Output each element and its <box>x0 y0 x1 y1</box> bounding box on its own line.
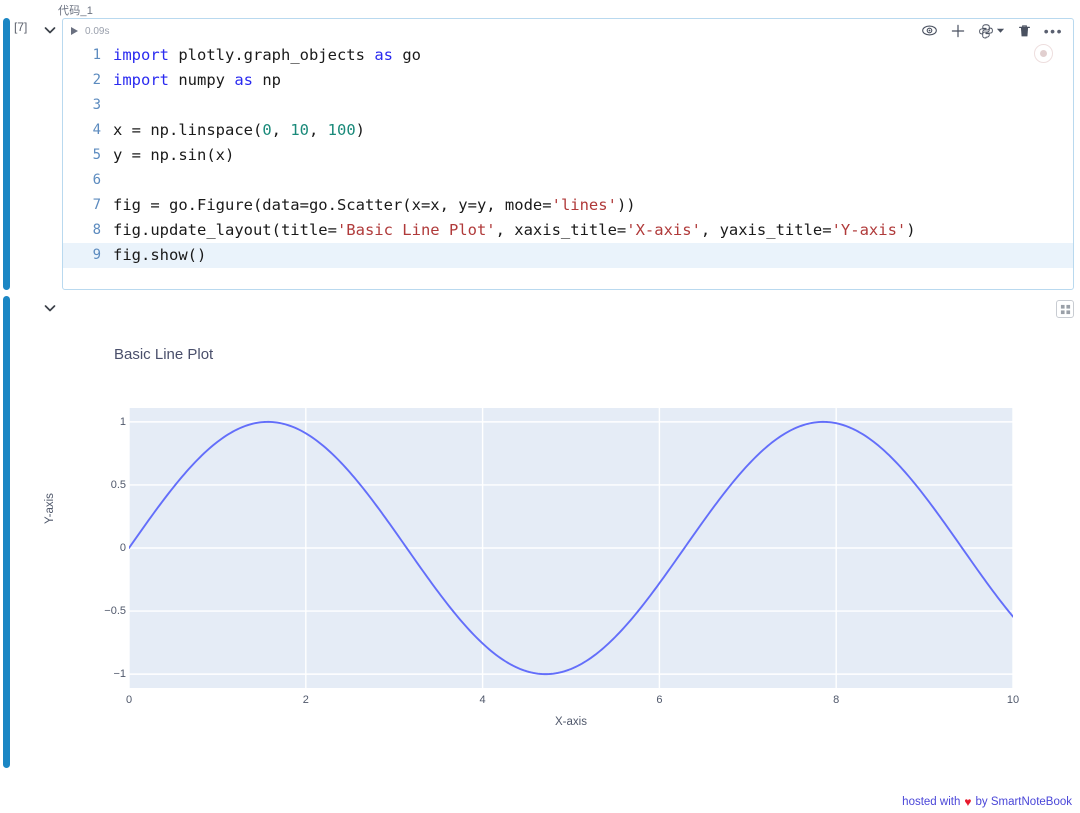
code-token: ) <box>355 121 366 139</box>
code-token: 10 <box>290 121 309 139</box>
code-token: plotly.graph_objects <box>169 46 375 64</box>
chart-title: Basic Line Plot <box>114 346 214 363</box>
code-token: x = np.linspace( <box>113 121 263 139</box>
code-cell-collapse-toggle[interactable] <box>42 22 58 38</box>
output-cell: Basic Line Plot Y-axis 1 0.5 0 −0.5 −1 0 2 4 6 8… <box>44 296 1074 766</box>
kernel-selector[interactable] <box>978 23 1005 39</box>
code-cell[interactable]: 0.09s ••• 1 import plotly.graph_objects … <box>62 18 1074 290</box>
code-token: 100 <box>327 121 356 139</box>
x-tick-label: 4 <box>479 694 486 706</box>
code-cell-active-bar <box>3 18 10 290</box>
y-tick-label: 0 <box>119 542 126 554</box>
code-token: import <box>113 71 169 89</box>
code-token: y = np.sin(x) <box>113 146 235 164</box>
footer-prefix: hosted with <box>902 796 961 808</box>
snapshot-grid-icon <box>1060 304 1070 314</box>
cell-tab-label: 代码_1 <box>58 5 94 17</box>
code-line[interactable]: 3 <box>63 93 1073 118</box>
heart-icon: ♥ <box>964 795 972 809</box>
plus-icon[interactable] <box>950 23 966 39</box>
x-tick-label: 10 <box>1006 694 1020 706</box>
plotly-figure[interactable]: Basic Line Plot Y-axis 1 0.5 0 −0.5 −1 0 2 4 6 8… <box>44 324 1074 754</box>
y-axis-ticks: 1 0.5 0 −0.5 −1 <box>82 408 126 688</box>
line-number: 5 <box>92 147 101 163</box>
y-tick-label: 1 <box>119 415 126 428</box>
footer-credit: hosted with ♥ by SmartNoteBook <box>902 795 1072 809</box>
execution-count: [7] <box>14 20 28 34</box>
line-number: 4 <box>92 122 101 138</box>
code-line[interactable]: 6 <box>63 168 1073 193</box>
line-number: 8 <box>92 222 101 238</box>
code-line[interactable]: 8 fig.update_layout(title='Basic Line Plo… <box>63 218 1073 243</box>
x-axis-ticks: 0 2 4 6 8 10 <box>125 694 1019 710</box>
chevron-down-icon <box>44 27 56 34</box>
line-number: 1 <box>92 47 101 63</box>
code-token: )) <box>616 196 636 214</box>
code-token: 'lines' <box>551 196 617 214</box>
code-token: numpy <box>169 71 235 89</box>
x-tick-label: 0 <box>125 694 133 706</box>
code-token: , xaxis_title= <box>495 221 627 239</box>
code-token: import <box>113 46 169 64</box>
code-token: , <box>271 121 291 139</box>
x-tick-label: 2 <box>302 694 309 706</box>
code-token: as <box>234 71 253 89</box>
code-token: 'X-axis' <box>626 221 701 239</box>
output-cell-collapse-toggle[interactable] <box>42 300 58 316</box>
y-tick-label: 0.5 <box>110 478 126 491</box>
execution-time: 0.09s <box>85 25 110 37</box>
footer-suffix: by SmartNoteBook <box>975 796 1072 808</box>
chart-plot-area[interactable] <box>129 408 1013 688</box>
line-number: 9 <box>92 247 101 263</box>
y-tick-label: −1 <box>113 668 126 681</box>
line-number: 6 <box>92 172 101 188</box>
code-token: fig.show() <box>113 246 207 264</box>
code-token: fig.update_layout(title= <box>113 221 337 239</box>
cell-action-icons: ••• <box>921 22 1063 39</box>
chart-y-axis-label: Y-axis <box>44 493 56 524</box>
more-options-button[interactable]: ••• <box>1044 24 1063 38</box>
code-editor[interactable]: 1 import plotly.graph_objects as go 2 impor… <box>63 39 1073 268</box>
trash-icon[interactable] <box>1017 23 1032 39</box>
code-cell-toolbar: 0.09s ••• <box>63 19 1073 39</box>
chevron-down-icon <box>44 305 56 312</box>
code-token: , yaxis_title= <box>700 221 832 239</box>
code-token: np <box>253 71 281 89</box>
code-token: 'Basic Line Plot' <box>336 221 496 239</box>
code-token: fig = go.Figure(data=go.Scatter(x=x, y=y… <box>113 196 552 214</box>
caret-down-icon <box>996 28 1004 33</box>
line-number: 7 <box>92 197 101 213</box>
code-token: as <box>374 46 393 64</box>
line-number: 3 <box>92 97 101 113</box>
run-cell-button[interactable]: 0.09s <box>71 26 109 37</box>
code-line[interactable]: 5 y = np.sin(x) <box>63 143 1073 168</box>
x-tick-label: 6 <box>656 694 663 706</box>
code-line[interactable]: 7 fig = go.Figure(data=go.Scatter(x=x, y=… <box>63 193 1073 218</box>
code-line[interactable]: 4 x = np.linspace(0, 10, 100) <box>63 118 1073 143</box>
code-token: 'Y-axis' <box>831 221 907 239</box>
output-snapshot-button[interactable] <box>1056 300 1074 318</box>
code-token: 0 <box>262 121 272 139</box>
python-logo-icon <box>978 23 993 38</box>
chart-x-axis-label: X-axis <box>555 716 587 728</box>
code-line[interactable]: 2 import numpy as np <box>63 68 1073 93</box>
play-icon <box>71 27 78 35</box>
output-cell-active-bar <box>3 296 10 768</box>
x-tick-label: 8 <box>833 694 840 706</box>
code-line[interactable]: 1 import plotly.graph_objects as go <box>63 43 1073 68</box>
chart-gridlines <box>129 408 1013 688</box>
line-number: 2 <box>92 72 101 88</box>
y-tick-label: −0.5 <box>104 605 126 618</box>
chart-svg <box>129 408 1013 688</box>
code-token: ) <box>906 221 916 239</box>
code-line[interactable]: 9 fig.show() <box>63 243 1073 268</box>
code-token: , <box>309 121 328 139</box>
eye-icon[interactable] <box>921 22 938 39</box>
code-token: go <box>392 46 421 64</box>
